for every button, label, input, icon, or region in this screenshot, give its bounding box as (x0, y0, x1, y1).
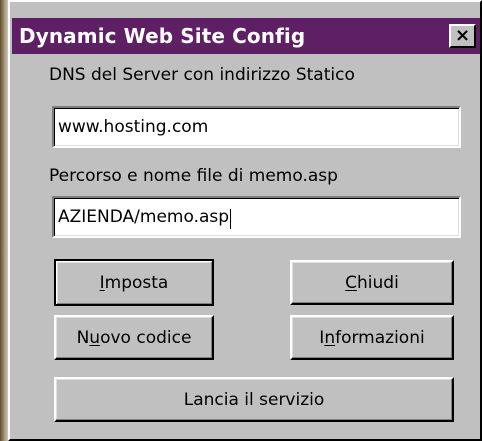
dns-server-label: DNS del Server con indirizzo Statico (49, 65, 355, 85)
chiudi-button[interactable]: Chiudi (290, 260, 454, 305)
informazioni-suffix: formazioni (335, 327, 425, 348)
dynamic-web-site-config-dialog: Dynamic Web Site Config × DNS del Server… (8, 0, 482, 441)
lancia-il-servizio-button[interactable]: Lancia il servizio (54, 377, 454, 422)
title-bar: Dynamic Web Site Config × (12, 18, 480, 54)
imposta-button[interactable]: Imposta (54, 259, 214, 306)
memo-file-path-input[interactable]: AZIENDA/memo.asp (52, 196, 461, 238)
memo-file-path-label: Percorso e nome file di memo.asp (49, 166, 338, 186)
window-title: Dynamic Web Site Config (19, 24, 306, 48)
background-edge (0, 0, 8, 441)
close-icon: × (454, 24, 471, 46)
informazioni-mnemonic: n (324, 327, 336, 348)
dns-server-input[interactable]: www.hosting.com (52, 106, 461, 148)
chiudi-mnemonic: C (345, 272, 358, 293)
informazioni-button[interactable]: In formazioni (290, 315, 454, 360)
close-button[interactable]: × (449, 24, 476, 48)
nuovo-codice-mnemonic: u (89, 327, 101, 348)
lancia-il-servizio-label: Lancia il servizio (183, 389, 325, 410)
nuovo-codice-suffix: ovo codice (100, 327, 192, 348)
nuovo-codice-prefix: N (76, 327, 90, 348)
dns-server-value: www.hosting.com (58, 117, 209, 137)
nuovo-codice-button[interactable]: Nu ovo codice (54, 315, 214, 360)
memo-file-path-value: AZIENDA/memo.asp (58, 207, 230, 227)
chiudi-label-rest: hiudi (357, 272, 399, 293)
text-caret (230, 209, 232, 229)
imposta-label-rest: mposta (104, 272, 169, 293)
